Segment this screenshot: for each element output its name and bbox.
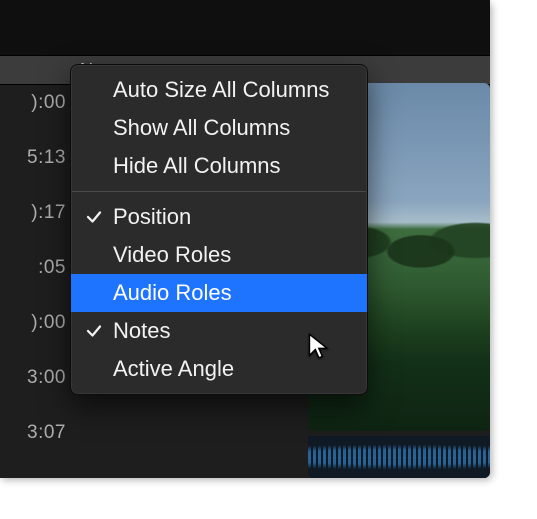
menu-item-label: Position — [113, 204, 191, 229]
menu-item-hide-all-columns[interactable]: Hide All Columns — [71, 147, 367, 185]
timecode-column: ):005:13):17:05):003:003:07 — [0, 90, 72, 475]
column-context-menu[interactable]: Auto Size All ColumnsShow All ColumnsHid… — [70, 64, 368, 395]
menu-item-label: Video Roles — [113, 242, 231, 267]
menu-item-audio-roles[interactable]: Audio Roles — [71, 274, 367, 312]
menu-item-position[interactable]: Position — [71, 198, 367, 236]
menu-separator — [72, 191, 366, 192]
timecode-cell: 3:07 — [0, 420, 72, 475]
timecode-cell: 5:13 — [0, 145, 72, 200]
timecode-cell: ):00 — [0, 310, 72, 365]
audio-waveform — [308, 436, 490, 478]
menu-item-video-roles[interactable]: Video Roles — [71, 236, 367, 274]
menu-item-show-all-columns[interactable]: Show All Columns — [71, 109, 367, 147]
menu-item-active-angle[interactable]: Active Angle — [71, 350, 367, 388]
menu-item-label: Audio Roles — [113, 280, 232, 305]
screenshot-stage: N ):005:13):17:05):003:003:07 Auto Size … — [0, 0, 537, 519]
timecode-cell: 3:00 — [0, 365, 72, 420]
checkmark-icon — [85, 204, 105, 228]
menu-item-notes[interactable]: Notes — [71, 312, 367, 350]
timecode-cell: :05 — [0, 255, 72, 310]
menu-item-auto-size-all-columns[interactable]: Auto Size All Columns — [71, 71, 367, 109]
top-bar — [0, 0, 490, 55]
menu-item-label: Notes — [113, 318, 170, 343]
timecode-cell: ):17 — [0, 200, 72, 255]
timecode-cell: ):00 — [0, 90, 72, 145]
checkmark-icon — [85, 318, 105, 342]
menu-item-label: Active Angle — [113, 356, 234, 381]
